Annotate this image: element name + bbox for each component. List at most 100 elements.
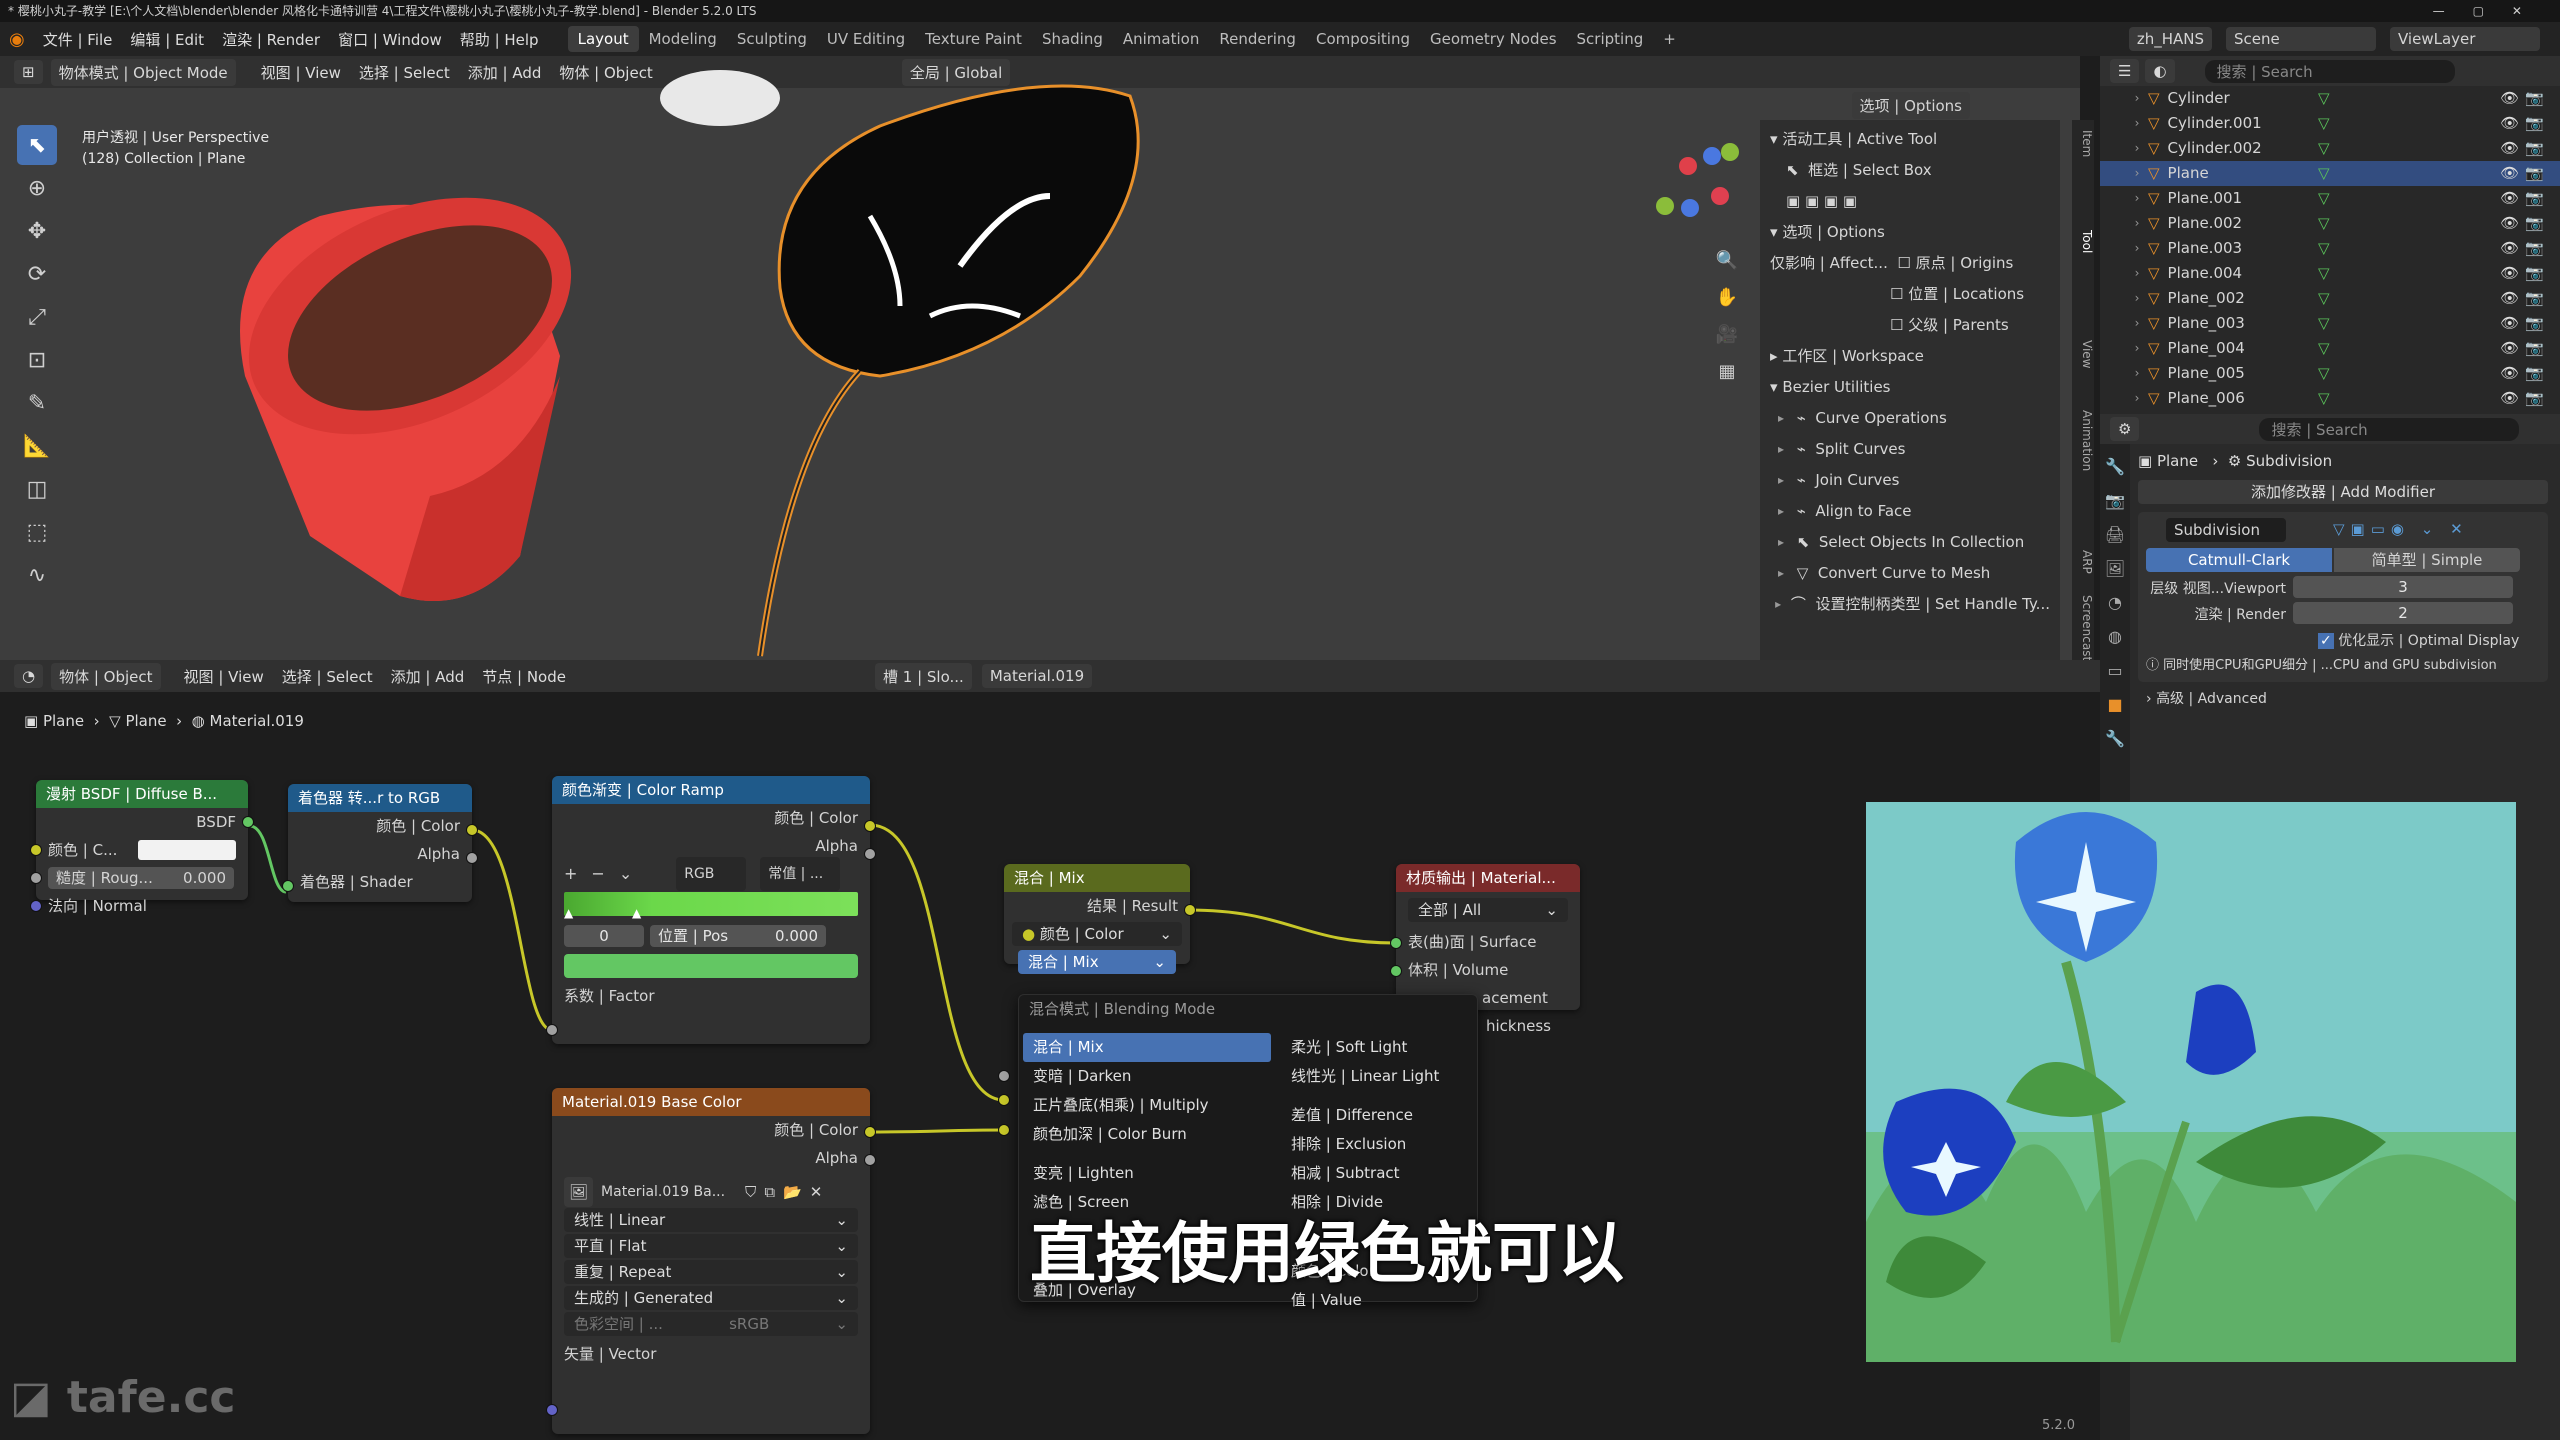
tab-view[interactable]: View xyxy=(2072,340,2094,368)
active-tool-section[interactable]: ▾ 活动工具 | Active Tool xyxy=(1770,124,2050,155)
tab-arp[interactable]: ARP xyxy=(2072,550,2094,574)
normal-input-socket[interactable] xyxy=(30,900,42,912)
join-curves-item[interactable]: ▸ ⌁ Join Curves xyxy=(1770,465,2050,496)
shader-input-socket[interactable] xyxy=(282,880,294,892)
catmull-clark-toggle[interactable]: Catmull-Clark xyxy=(2146,548,2332,572)
diffuse-bsdf-node[interactable]: 漫射 BSDF | Diffuse B... BSDF 颜色 | C... 糙度… xyxy=(30,780,254,915)
image-source-select[interactable]: 生成的 | Generated ⌄ xyxy=(564,1286,858,1310)
image-name-field[interactable]: Material.019 Ba... xyxy=(601,1178,737,1206)
outliner-item[interactable]: › ▽ Plane.002 ▽ 👁📷 xyxy=(2100,211,2560,236)
blend-option[interactable]: 线性光 | Linear Light xyxy=(1281,1062,1471,1091)
ramp-stop-0-icon[interactable]: ▲ xyxy=(564,906,573,920)
blend-option[interactable]: 差值 | Difference xyxy=(1281,1101,1471,1130)
parents-checkbox[interactable]: ☐ 父级 | Parents xyxy=(1770,310,2050,341)
select-box-tool[interactable]: ⬉ 框选 | Select Box xyxy=(1770,155,2050,186)
ramp-interpolation[interactable]: 常值 | ... xyxy=(760,857,841,891)
menu-window[interactable]: 窗口 | Window xyxy=(329,29,451,50)
color-ramp-title[interactable]: 颜色渐变 | Color Ramp xyxy=(552,776,870,804)
outliner-item[interactable]: › ▽ Plane.003 ▽ 👁📷 xyxy=(2100,236,2560,261)
image-vector-socket[interactable] xyxy=(546,1404,558,1416)
image-unlink-icon[interactable]: ✕ xyxy=(810,1178,823,1206)
outliner-item[interactable]: › ▽ Cylinder.001 ▽ 👁📷 xyxy=(2100,111,2560,136)
properties-search[interactable]: 搜索 | Search xyxy=(2259,417,2520,441)
ramp-menu-icon[interactable]: ⌄ xyxy=(619,860,632,888)
outliner-item[interactable]: › ▽ Plane_006 ▽ 👁📷 xyxy=(2100,386,2560,411)
blend-option[interactable]: 颜色加深 | Color Burn xyxy=(1023,1120,1271,1149)
menu-help[interactable]: 帮助 | Help xyxy=(451,29,548,50)
camera-view-icon[interactable]: 🎥 xyxy=(1712,316,1742,353)
image-texture-title[interactable]: Material.019 Base Color xyxy=(552,1088,870,1116)
color-ramp-gradient[interactable]: ▲ ▲ xyxy=(564,892,858,920)
render-levels-field[interactable]: 2 xyxy=(2293,602,2513,624)
image-projection-select[interactable]: 平直 | Flat ⌄ xyxy=(564,1234,858,1258)
tab-screencast[interactable]: Screencast xyxy=(2072,595,2094,661)
outliner-search[interactable]: 搜索 | Search xyxy=(2204,59,2455,83)
split-curves-item[interactable]: ▸ ⌁ Split Curves xyxy=(1770,434,2050,465)
diffuse-node-title[interactable]: 漫射 BSDF | Diffuse B... xyxy=(36,780,248,808)
outliner-item[interactable]: › ▽ Cylinder ▽ 👁📷 xyxy=(2100,86,2560,111)
shader-rgb-color-socket[interactable] xyxy=(466,824,478,836)
workspace-section[interactable]: ▸ 工作区 | Workspace xyxy=(1770,341,2050,372)
modifier-name-field[interactable]: Subdivision xyxy=(2166,518,2286,542)
tab-animation[interactable]: Animation xyxy=(2072,410,2094,471)
roughness-input-socket[interactable] xyxy=(30,872,42,884)
blend-option[interactable]: 排除 | Exclusion xyxy=(1281,1130,1471,1159)
color-input-socket[interactable] xyxy=(30,844,42,856)
tab-rendering[interactable]: Rendering xyxy=(1209,26,1306,52)
outliner-item[interactable]: › ▽ Plane_003 ▽ 👁📷 xyxy=(2100,311,2560,336)
diffuse-roughness-row[interactable]: 糙度 | Roug... 0.000 xyxy=(36,864,248,892)
blend-option[interactable]: 混合 | Mix xyxy=(1023,1033,1271,1062)
mix-a-socket[interactable] xyxy=(998,1094,1010,1106)
menu-render[interactable]: 渲染 | Render xyxy=(213,29,329,50)
output-target-select[interactable]: 全部 | All ⌄ xyxy=(1408,898,1568,922)
mix-b-socket[interactable] xyxy=(998,1124,1010,1136)
modifier-toggle-icons[interactable]: ▽▣▭◉ ⌄ ✕ xyxy=(2333,520,2469,538)
pan-hand-icon[interactable]: ✋ xyxy=(1712,279,1742,316)
ramp-remove-stop-icon[interactable]: − xyxy=(591,860,604,888)
properties-editor-type[interactable]: ⚙ xyxy=(2110,417,2140,441)
locations-checkbox[interactable]: ☐ 位置 | Locations xyxy=(1770,279,2050,310)
tab-animation[interactable]: Animation xyxy=(1113,26,1209,52)
tool-props-icon[interactable]: 🔧 xyxy=(2100,450,2130,484)
bsdf-output-socket[interactable] xyxy=(242,816,254,828)
levels-viewport-field[interactable]: 3 xyxy=(2293,576,2513,598)
outliner-item[interactable]: › ▽ Plane ▽ 👁📷 xyxy=(2100,161,2560,186)
window-controls[interactable]: —▢✕ xyxy=(2433,0,2550,22)
image-texture-node[interactable]: Material.019 Base Color 颜色 | Color Alpha… xyxy=(546,1088,876,1434)
ramp-factor-socket[interactable] xyxy=(546,1024,558,1036)
image-alpha-socket[interactable] xyxy=(864,1154,876,1166)
curve-operations-item[interactable]: ▸ ⌁ Curve Operations xyxy=(1770,403,2050,434)
tab-uv-editing[interactable]: UV Editing xyxy=(817,26,915,52)
image-fake-user-icon[interactable]: ⛉ xyxy=(745,1178,756,1206)
language-selector[interactable]: zh_HANS xyxy=(2128,27,2212,51)
tab-layout[interactable]: Layout xyxy=(567,26,639,52)
image-open-icon[interactable]: 📂 xyxy=(783,1178,802,1206)
shader-to-rgb-node[interactable]: 着色器 转...r to RGB 颜色 | Color Alpha 着色器 | … xyxy=(282,784,478,902)
ramp-position-field[interactable]: 位置 | Pos 0.000 xyxy=(650,925,826,947)
surface-input-socket[interactable] xyxy=(1390,937,1402,949)
blend-option[interactable]: 变暗 | Darken xyxy=(1023,1062,1271,1091)
tab-texture-paint[interactable]: Texture Paint xyxy=(915,26,1032,52)
collection-icon[interactable]: ▭ xyxy=(2100,654,2130,688)
outliner-item[interactable]: › ▽ Cylinder.002 ▽ 👁📷 xyxy=(2100,136,2560,161)
outliner-item[interactable]: › ▽ Plane.001 ▽ 👁📷 xyxy=(2100,186,2560,211)
ramp-stop-1-icon[interactable]: ▲ xyxy=(632,906,641,920)
select-mode-icons[interactable]: ▣ ▣ ▣ ▣ xyxy=(1770,186,2050,217)
menu-file[interactable]: 文件 | File xyxy=(34,29,122,50)
outliner-display-mode[interactable]: ◐ xyxy=(2145,59,2175,83)
optimal-display-checkbox[interactable]: ✓ 优化显示 | Optimal Display xyxy=(2318,630,2519,650)
ramp-add-stop-icon[interactable]: + xyxy=(564,860,577,888)
mix-result-socket[interactable] xyxy=(1184,904,1196,916)
menu-edit[interactable]: 编辑 | Edit xyxy=(121,29,213,50)
blend-option[interactable]: 相减 | Subtract xyxy=(1281,1159,1471,1188)
viewlayer-selector[interactable]: ViewLayer xyxy=(2390,27,2540,51)
mix-blend-mode-select[interactable]: 混合 | Mix ⌄ xyxy=(1018,950,1176,974)
tab-item[interactable]: Item xyxy=(2072,130,2094,157)
tab-scripting[interactable]: Scripting xyxy=(1567,26,1654,52)
blend-option[interactable]: 柔光 | Soft Light xyxy=(1281,1033,1471,1062)
origins-checkbox[interactable]: 原点 | Origins xyxy=(1916,248,2014,279)
tab-geometry-nodes[interactable]: Geometry Nodes xyxy=(1420,26,1567,52)
tab-tool[interactable]: Tool xyxy=(2072,230,2094,253)
scene-props-icon[interactable]: ◔ xyxy=(2100,586,2130,620)
modifier-props-icon[interactable]: 🔧 xyxy=(2100,722,2130,756)
